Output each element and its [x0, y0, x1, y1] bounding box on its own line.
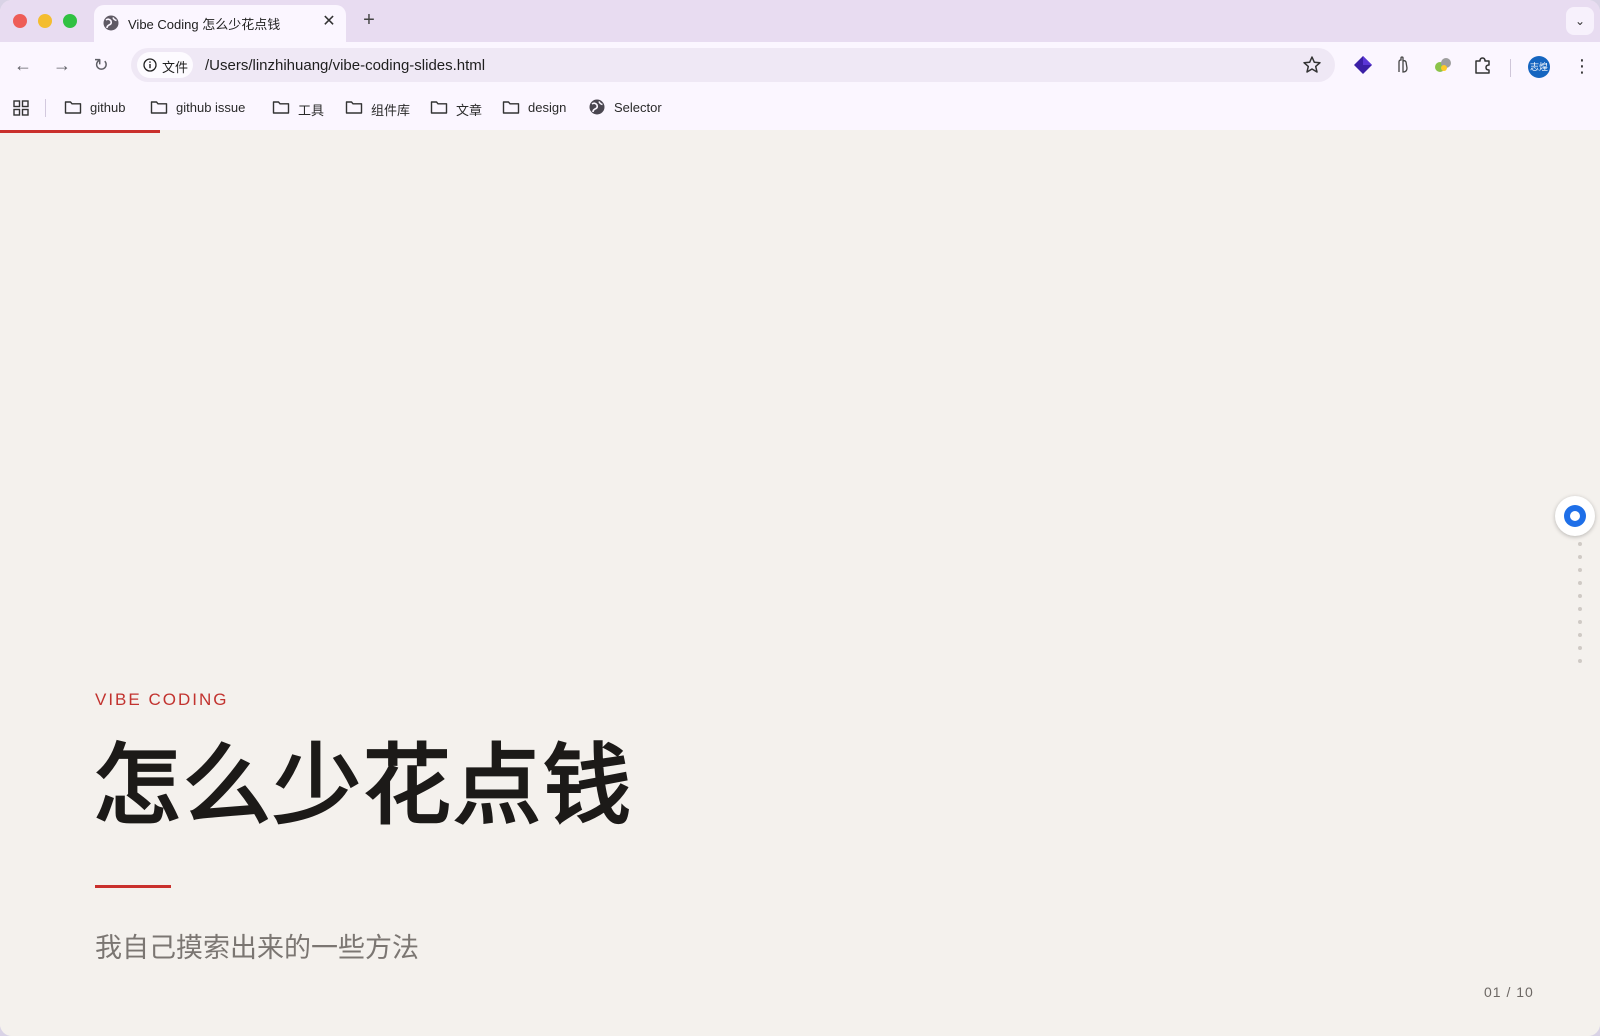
puzzle-color-extension-icon[interactable] [1432, 54, 1454, 76]
floating-assistant-button[interactable] [1555, 496, 1595, 536]
slide-page: VIBE CODING 怎么少花点钱 我自己摸索出来的一些方法 01 / 10 [0, 130, 1600, 1036]
slide-nav-dots [1577, 542, 1583, 663]
address-bar[interactable]: 文件 /Users/linzhihuang/vibe-coding-slides… [131, 48, 1335, 82]
site-info-label: 文件 [162, 60, 189, 75]
site-info-chip[interactable]: 文件 [137, 52, 193, 78]
zoom-window-button[interactable] [63, 14, 77, 28]
apps-grid-icon[interactable] [13, 100, 29, 116]
slide-subtitle: 我自己摸索出来的一些方法 [95, 933, 419, 963]
bookmark-label: github [90, 100, 126, 115]
bookmarks-bar: github github issue 工具 组件库 文章 design Sel… [0, 88, 1600, 130]
tab-strip: Vibe Coding 怎么少花点钱 ✕ + ⌄ [0, 0, 1600, 42]
slide-title: 怎么少花点钱 [93, 736, 634, 835]
bookmark-selector[interactable]: Selector [588, 98, 672, 118]
tab-close-icon[interactable]: ✕ [320, 13, 338, 31]
bookmark-articles[interactable]: 文章 [430, 98, 490, 118]
info-icon [143, 58, 157, 72]
bookmark-star-icon[interactable] [1301, 54, 1323, 76]
slide-nav-dot[interactable] [1578, 581, 1582, 585]
bookmark-components[interactable]: 组件库 [345, 98, 417, 118]
folder-icon [64, 101, 82, 114]
bookmark-label: 文章 [456, 103, 483, 118]
globe-icon [589, 99, 605, 115]
title-accent-line [95, 885, 171, 888]
slide-nav-dot[interactable] [1578, 633, 1582, 637]
assistant-icon [1564, 505, 1586, 527]
diamond-extension-icon[interactable] [1352, 54, 1374, 76]
bookmark-design[interactable]: design [502, 98, 574, 118]
browser-window: Vibe Coding 怎么少花点钱 ✕ + ⌄ ← → ↻ 文件 /Users… [0, 0, 1600, 1036]
slide-nav-dot[interactable] [1578, 607, 1582, 611]
minimize-window-button[interactable] [38, 14, 52, 28]
reload-button[interactable]: ↻ [88, 52, 114, 78]
bookmark-label: github issue [176, 100, 246, 115]
globe-icon [103, 15, 119, 31]
profile-avatar[interactable]: 志煌 [1528, 56, 1550, 78]
bookmark-github[interactable]: github [64, 98, 134, 118]
browser-toolbar: ← → ↻ 文件 /Users/linzhihuang/vibe-coding-… [0, 42, 1600, 88]
folder-icon [150, 101, 168, 114]
tab-active[interactable]: Vibe Coding 怎么少花点钱 ✕ [94, 5, 346, 42]
close-window-button[interactable] [13, 14, 27, 28]
slide-nav-dot[interactable] [1578, 542, 1582, 546]
url-text[interactable]: /Users/linzhihuang/vibe-coding-slides.ht… [205, 57, 485, 74]
folder-icon [430, 101, 448, 114]
bookmark-label: 组件库 [371, 103, 411, 118]
slide-counter: 01 / 10 [1484, 984, 1534, 1000]
slide-nav-dot[interactable] [1578, 568, 1582, 572]
browser-menu-button[interactable]: ⋮ [1573, 54, 1591, 78]
folder-icon [272, 101, 290, 114]
toolbar-divider [1510, 59, 1511, 77]
slide-nav-dot[interactable] [1578, 646, 1582, 650]
forward-button[interactable]: → [49, 52, 75, 78]
slide-kicker: VIBE CODING [95, 690, 229, 709]
slide-nav-dot[interactable] [1578, 620, 1582, 624]
bookmarks-divider [45, 99, 46, 117]
slide-nav-dot[interactable] [1578, 594, 1582, 598]
slide-nav-dot[interactable] [1578, 659, 1582, 663]
bookmark-github-issue[interactable]: github issue [150, 98, 260, 118]
new-tab-button[interactable]: + [358, 9, 380, 31]
bookmark-label: Selector [614, 100, 662, 115]
folder-icon [345, 101, 363, 114]
bookmark-tools[interactable]: 工具 [272, 98, 332, 118]
slide-nav-dot[interactable] [1578, 555, 1582, 559]
slide-progress-bar [0, 130, 160, 133]
bookmark-label: 工具 [298, 103, 325, 118]
tab-title: Vibe Coding 怎么少花点钱 [128, 17, 281, 32]
back-button[interactable]: ← [10, 52, 36, 78]
extensions-puzzle-icon[interactable] [1472, 54, 1494, 76]
folder-icon [502, 101, 520, 114]
bookmark-label: design [528, 100, 567, 115]
hand-extension-icon[interactable] [1392, 54, 1414, 76]
tab-search-button[interactable]: ⌄ [1566, 7, 1594, 35]
